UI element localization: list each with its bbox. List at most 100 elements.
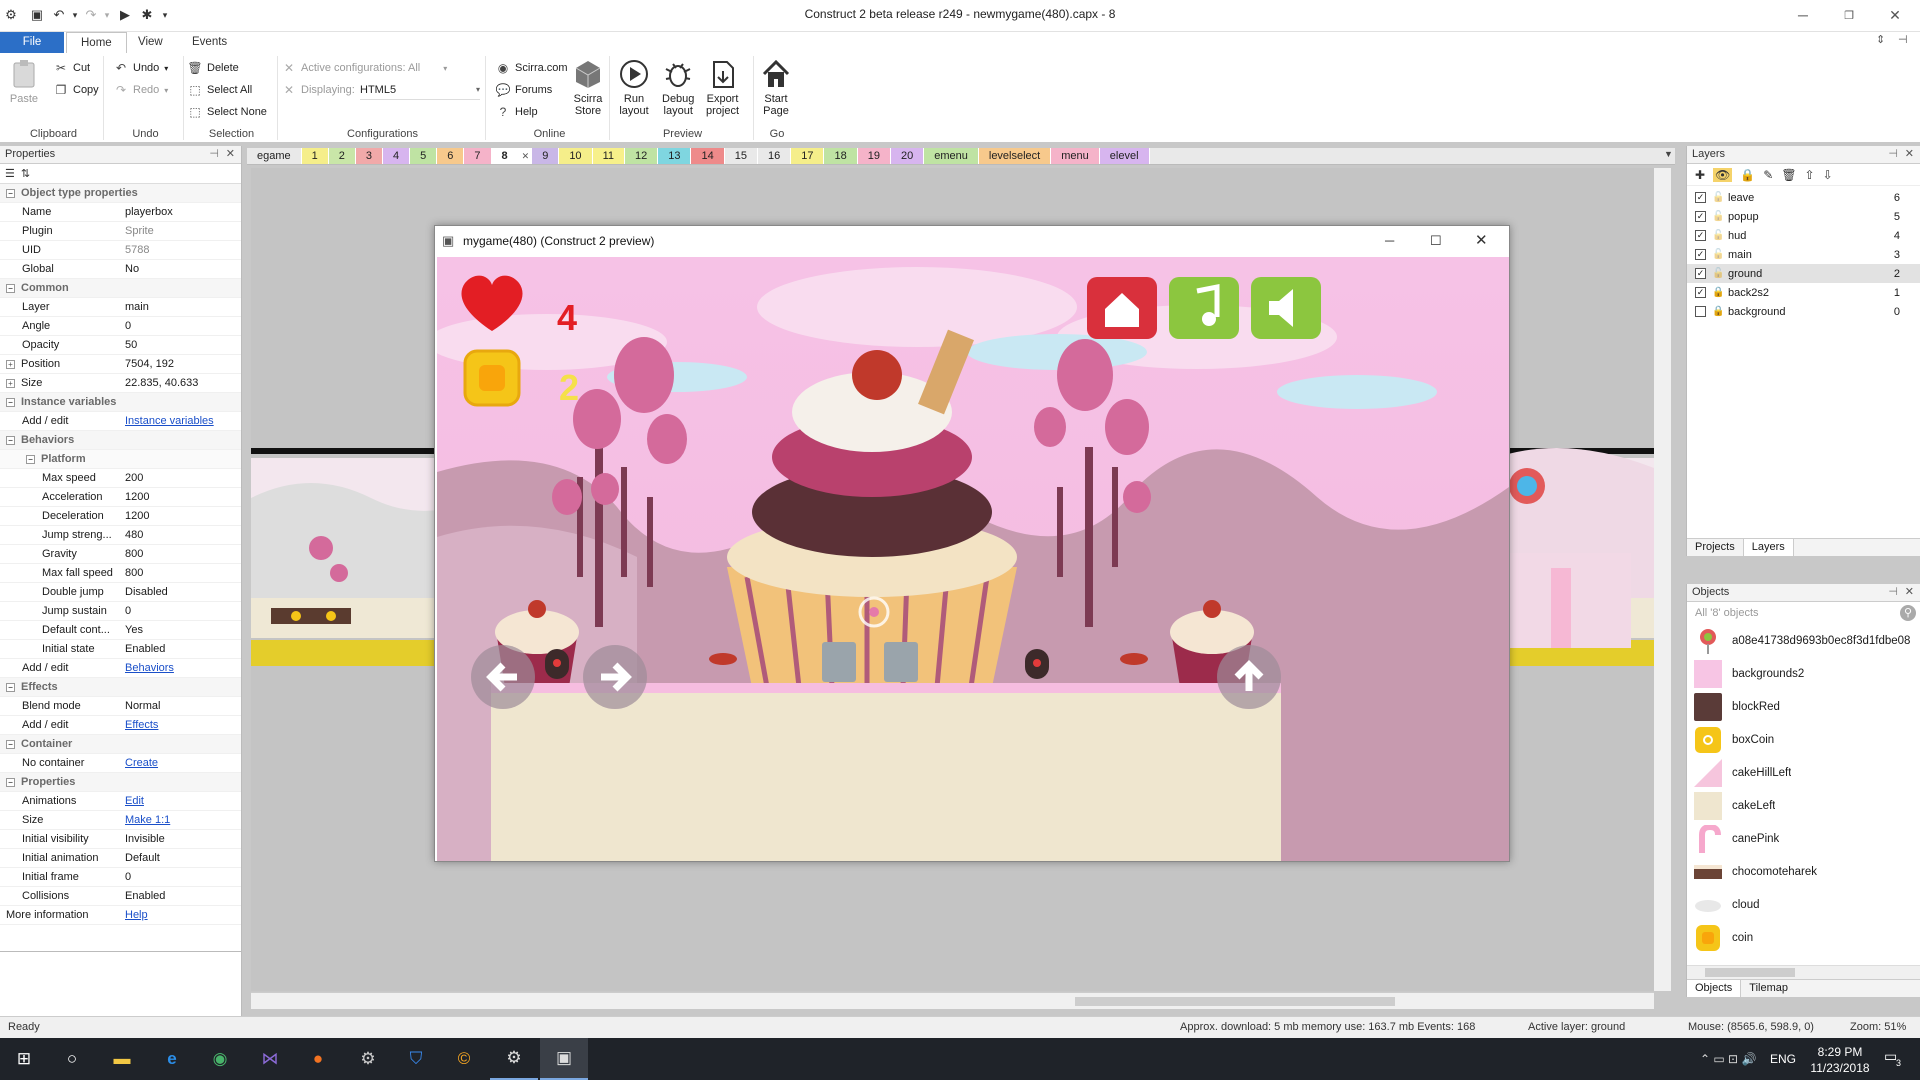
tab-tilemap[interactable]: Tilemap xyxy=(1741,980,1796,997)
layout-tab[interactable]: 1 xyxy=(301,148,329,164)
tab-events[interactable]: Events xyxy=(178,32,241,53)
object-row[interactable]: cakeLeft xyxy=(1687,789,1920,822)
layout-tab[interactable]: 9 xyxy=(532,148,560,164)
displaying-select[interactable]: HTML5 ▾ xyxy=(360,80,480,100)
property-row[interactable]: Default cont... Yes xyxy=(0,621,241,640)
layout-tab[interactable]: emenu xyxy=(924,148,979,164)
layout-tab[interactable]: 4 xyxy=(383,148,411,164)
categorized-icon[interactable]: ☰ xyxy=(5,167,15,180)
edge-browser-icon[interactable]: e xyxy=(148,1038,196,1080)
scirra-store-button[interactable]: Scirra Store xyxy=(572,58,604,117)
property-row[interactable]: Add / edit Effects xyxy=(0,716,241,735)
layer-visibility-checkbox[interactable]: ✓ xyxy=(1695,249,1706,260)
property-row[interactable]: + Size 22.835, 40.633 xyxy=(0,374,241,393)
layout-tab[interactable]: 16 xyxy=(757,148,792,164)
object-row[interactable]: a08e41738d9693b0ec8f3d1fdbe08 xyxy=(1687,624,1920,657)
property-row[interactable]: Plugin Sprite xyxy=(0,222,241,241)
property-row[interactable]: Initial state Enabled xyxy=(0,640,241,659)
move-layer-down-icon[interactable]: ⇩ xyxy=(1823,168,1833,182)
help-link[interactable]: ? Help xyxy=(496,102,538,122)
property-category[interactable]: − Object type properties xyxy=(0,184,241,203)
tab-list-dropdown-icon[interactable]: ▼ xyxy=(1664,149,1673,159)
layout-tab[interactable]: egame xyxy=(247,148,302,164)
property-row[interactable]: + Position 7504, 192 xyxy=(0,355,241,374)
layout-tab[interactable]: elevel xyxy=(1099,148,1150,164)
delete-layer-icon[interactable]: 🗑 xyxy=(1781,168,1796,182)
construct-app-icon[interactable]: © xyxy=(440,1038,488,1080)
preview-window-task-icon[interactable]: ▣ xyxy=(540,1038,588,1080)
layer-visibility-checkbox[interactable]: ✓ xyxy=(1695,268,1706,279)
paste-button[interactable]: Paste xyxy=(8,58,40,105)
vertical-scrollbar[interactable] xyxy=(1654,168,1671,991)
property-row[interactable]: UID 5788 xyxy=(0,241,241,260)
firefox-icon[interactable]: ● xyxy=(294,1038,342,1080)
game-viewport[interactable]: 4 2 xyxy=(437,257,1509,861)
layout-tab[interactable]: 5 xyxy=(410,148,438,164)
objects-filter[interactable]: All '8' objects ⚲ xyxy=(1687,602,1920,624)
tab-view[interactable]: View xyxy=(124,32,177,53)
layout-tab[interactable]: 19 xyxy=(857,148,891,164)
layer-visibility-checkbox[interactable]: ✓ xyxy=(1695,211,1706,222)
layer-visibility-checkbox[interactable]: ✓ xyxy=(1695,192,1706,203)
property-row[interactable]: Name playerbox xyxy=(0,203,241,222)
sound-game-button[interactable] xyxy=(1251,277,1321,339)
layer-row[interactable]: ✓ 🔓 hud 4 xyxy=(1687,226,1920,245)
property-row[interactable]: Layer main xyxy=(0,298,241,317)
layout-tab[interactable]: 7 xyxy=(464,148,492,164)
close-panel-icon[interactable]: ✕ xyxy=(226,146,235,163)
layout-tab[interactable]: 17 xyxy=(791,148,825,164)
chrome-icon[interactable]: ◉ xyxy=(196,1038,244,1080)
ribbon-collapse-icon[interactable]: ⇕ xyxy=(1876,33,1885,46)
edit-layer-icon[interactable]: ✎ xyxy=(1763,168,1773,182)
layout-tab[interactable]: 15 xyxy=(724,148,758,164)
preview-maximize-icon[interactable]: ☐ xyxy=(1430,226,1442,256)
property-value[interactable]: Edit xyxy=(125,795,241,807)
property-row[interactable]: Double jump Disabled xyxy=(0,583,241,602)
close-layers-icon[interactable]: ✕ xyxy=(1905,146,1914,163)
layer-lock-icon[interactable]: 🔓 xyxy=(1712,211,1724,222)
layout-tab[interactable]: 14 xyxy=(691,148,725,164)
layout-tab[interactable]: 2 xyxy=(328,148,356,164)
close-objects-icon[interactable]: ✕ xyxy=(1905,584,1914,601)
property-row[interactable]: More information Help xyxy=(0,906,241,925)
layout-tab[interactable]: 3 xyxy=(355,148,384,164)
layout-tab[interactable]: menu xyxy=(1051,148,1100,164)
debug-layout-button[interactable]: Debug layout xyxy=(662,58,694,117)
lock-icon[interactable]: 🔒 xyxy=(1740,168,1755,182)
object-row[interactable]: cloud xyxy=(1687,888,1920,921)
cortana-search-icon[interactable]: ○ xyxy=(48,1038,96,1080)
property-category[interactable]: − Container xyxy=(0,735,241,754)
tab-projects[interactable]: Projects xyxy=(1687,539,1743,556)
layer-row[interactable]: ✓ 🔓 ground 2 xyxy=(1687,264,1920,283)
property-category[interactable]: − Effects xyxy=(0,678,241,697)
layout-tab[interactable]: 11 xyxy=(592,148,625,164)
construct-editor-task-icon[interactable]: ⚙ xyxy=(490,1038,538,1080)
property-row[interactable]: Global No xyxy=(0,260,241,279)
move-layer-up-icon[interactable]: ⇧ xyxy=(1805,168,1815,182)
property-value[interactable]: Instance variables xyxy=(125,415,241,427)
windows-start-icon[interactable]: ⊞ xyxy=(0,1038,48,1080)
layer-row[interactable]: ✓ 🔓 popup 5 xyxy=(1687,207,1920,226)
layer-lock-icon[interactable]: 🔓 xyxy=(1712,268,1724,279)
copy-button[interactable]: ❐ Copy xyxy=(54,80,99,100)
redo-button[interactable]: ↷ Redo ▾ xyxy=(114,80,168,100)
shield-app-icon[interactable]: ⛉ xyxy=(392,1038,440,1080)
property-row[interactable]: Angle 0 xyxy=(0,317,241,336)
layout-tab[interactable]: 6 xyxy=(437,148,465,164)
property-value[interactable]: Behaviors xyxy=(125,662,241,674)
layout-tab[interactable]: 13 xyxy=(658,148,692,164)
select-all-button[interactable]: ⬚ Select All xyxy=(188,80,252,100)
property-category[interactable]: − Behaviors xyxy=(0,431,241,450)
tab-file[interactable]: File xyxy=(0,32,64,53)
undo-button[interactable]: ↶ Undo ▾ xyxy=(114,58,168,78)
minimize-icon[interactable]: ─ xyxy=(1780,0,1826,30)
eye-icon[interactable]: 👁 xyxy=(1713,167,1733,182)
search-icon[interactable]: ⚲ xyxy=(1900,605,1916,621)
object-row[interactable]: canePink xyxy=(1687,822,1920,855)
layer-row[interactable]: ✓ 🔓 main 3 xyxy=(1687,245,1920,264)
property-value[interactable]: Effects xyxy=(125,719,241,731)
property-row[interactable]: Max fall speed 800 xyxy=(0,564,241,583)
preview-close-icon[interactable]: ✕ xyxy=(1475,226,1488,256)
layout-tab[interactable]: 12 xyxy=(624,148,659,164)
preview-minimize-icon[interactable]: ─ xyxy=(1385,226,1394,256)
